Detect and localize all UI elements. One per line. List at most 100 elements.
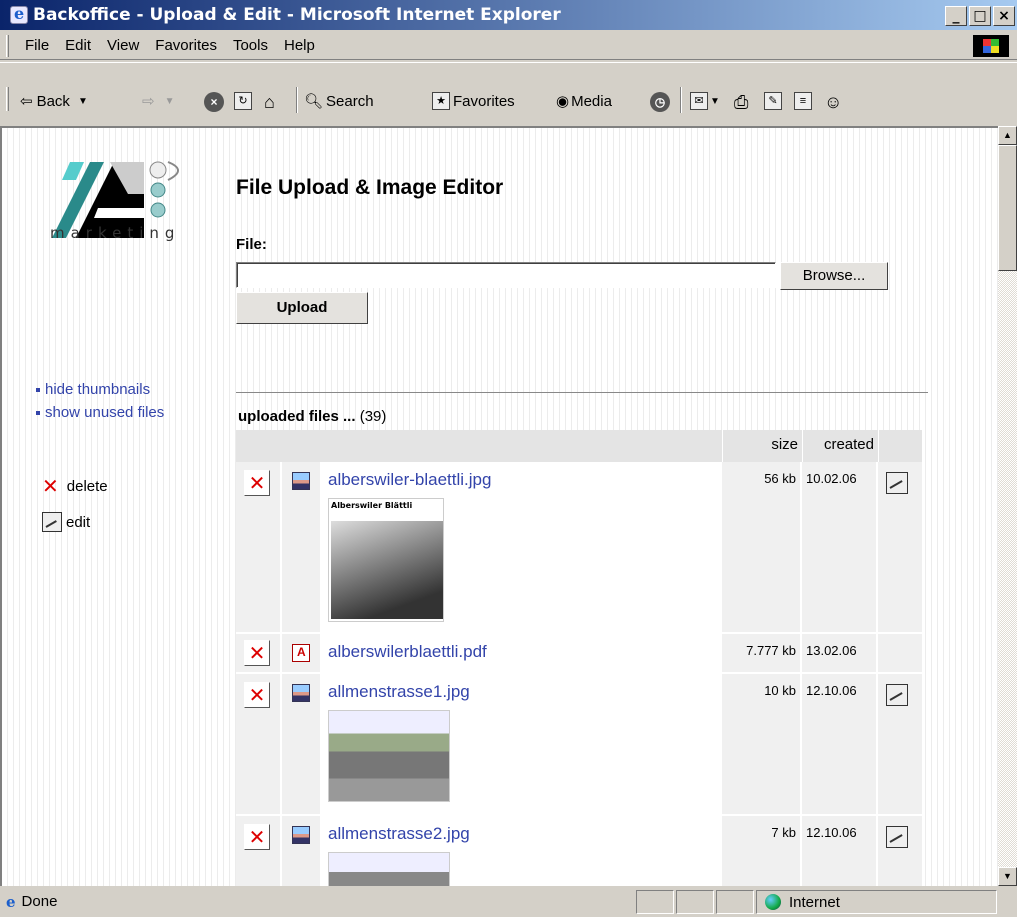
edit-page-button[interactable]: ✎	[764, 92, 782, 110]
favorites-button[interactable]: ★ Favorites	[432, 92, 515, 110]
internet-globe-icon	[765, 894, 781, 910]
date-cell: 12.10.06	[802, 674, 878, 814]
media-icon: ◉	[556, 93, 570, 110]
back-dropdown-icon[interactable]: ▼	[78, 96, 88, 107]
file-link[interactable]: allmenstrasse2.jpg	[328, 824, 470, 844]
thumbnail-image[interactable]: Alberswiler Blättli	[328, 498, 444, 622]
delete-button[interactable]: ✕	[244, 824, 270, 850]
vertical-scrollbar[interactable]: ▲ ▼	[998, 126, 1017, 886]
edit-image-button[interactable]	[886, 684, 908, 706]
legend-delete: ✕ delete	[42, 468, 108, 504]
delete-button[interactable]: ✕	[244, 640, 270, 666]
delete-button[interactable]: ✕	[244, 682, 270, 708]
close-button[interactable]: ×	[993, 6, 1015, 26]
col-size-header[interactable]: size	[771, 436, 798, 453]
menu-view[interactable]: View	[107, 37, 139, 54]
forward-arrow-icon: ⇨	[142, 93, 155, 110]
status-pane	[636, 890, 674, 914]
menu-grip	[6, 34, 9, 57]
toolbar-separator	[296, 87, 298, 113]
discuss-icon: ≡	[794, 92, 812, 110]
media-label: Media	[571, 92, 612, 110]
file-link[interactable]: allmenstrasse1.jpg	[328, 682, 470, 702]
stop-button[interactable]: ×	[204, 92, 224, 112]
delete-button[interactable]: ✕	[244, 470, 270, 496]
file-label: File:	[236, 236, 267, 253]
menu-bar: File Edit View Favorites Tools Help	[0, 32, 1017, 60]
icon-legend: ✕ delete edit	[42, 468, 108, 540]
show-unused-files-label: show unused files	[45, 404, 165, 421]
search-button[interactable]: 🔍︎ Search	[304, 92, 374, 111]
show-unused-files-link[interactable]: show unused files	[36, 401, 164, 424]
thumbnail-photo	[331, 521, 443, 619]
print-button[interactable]: ⎙	[734, 92, 748, 113]
file-link[interactable]: alberswilerblaettli.pdf	[328, 642, 487, 662]
delete-cell: ✕	[236, 462, 282, 632]
edit-icon	[42, 512, 62, 532]
window-titlebar: Backoffice - Upload & Edit - Microsoft I…	[0, 0, 1017, 30]
edit-image-button[interactable]	[886, 472, 908, 494]
type-cell	[282, 674, 322, 814]
file-created: 10.02.06	[806, 471, 857, 486]
menu-edit[interactable]: Edit	[65, 37, 91, 54]
date-cell: 10.02.06	[802, 462, 878, 632]
window-controls: _ □ ×	[945, 6, 1015, 26]
delete-cell: ✕	[236, 674, 282, 814]
upload-button[interactable]: Upload	[236, 292, 368, 324]
size-cell: 10 kb	[722, 674, 802, 814]
file-size: 7 kb	[771, 825, 796, 840]
minimize-button[interactable]: _	[945, 6, 967, 26]
back-button[interactable]: ⇦ Back ▼	[20, 92, 88, 111]
forward-button[interactable]: ⇨ ▼	[142, 92, 174, 110]
thumbnail-image[interactable]	[328, 852, 450, 886]
home-icon: ⌂	[264, 92, 275, 112]
edit-cell	[878, 634, 922, 672]
status-done: e Done	[6, 893, 57, 911]
back-label: Back	[36, 92, 70, 110]
file-size: 7.777 kb	[746, 643, 796, 658]
status-pane	[676, 890, 714, 914]
home-button[interactable]: ⌂	[264, 92, 275, 113]
windows-logo-icon	[973, 35, 1009, 57]
discuss-button[interactable]: ≡	[794, 92, 812, 110]
refresh-button[interactable]: ↻	[234, 92, 252, 110]
col-created-header[interactable]: created	[824, 436, 874, 453]
mail-button[interactable]: ✉ ▼	[690, 92, 720, 110]
thumbnail-image[interactable]	[328, 710, 450, 802]
table-row: ✕ allmenstrasse1.jpg 10 kb 12.10.06	[236, 674, 922, 816]
history-button[interactable]: ◷	[650, 92, 670, 112]
mail-dropdown-icon[interactable]: ▼	[710, 96, 720, 107]
browse-button[interactable]: Browse...	[780, 262, 888, 290]
status-bar: e Done Internet	[0, 886, 1017, 917]
section-divider	[236, 392, 928, 393]
menu-help[interactable]: Help	[284, 37, 315, 54]
messenger-button[interactable]: ☺	[824, 92, 842, 113]
standard-toolbar: ⇦ Back ▼ ⇨ ▼ × ↻ ⌂ 🔍︎ Search ★ Favorites…	[0, 62, 1017, 124]
forward-dropdown-icon[interactable]: ▼	[165, 96, 175, 107]
menu-file[interactable]: File	[25, 37, 49, 54]
file-link[interactable]: alberswiler-blaettli.jpg	[328, 470, 491, 490]
hide-thumbnails-link[interactable]: hide thumbnails	[36, 378, 164, 401]
table-row: ✕ alberswiler-blaettli.jpg Alberswiler B…	[236, 462, 922, 634]
page-viewport: marketing hide thumbnails show unused fi…	[0, 126, 998, 886]
size-cell: 7.777 kb	[722, 634, 802, 672]
media-button[interactable]: ◉ Media	[556, 92, 612, 111]
delete-cell: ✕	[236, 634, 282, 672]
stop-icon: ×	[204, 92, 224, 112]
maximize-button[interactable]: □	[969, 6, 991, 26]
files-table: size created ✕ alberswiler-blaettli.jpg …	[236, 430, 922, 886]
menu-tools[interactable]: Tools	[233, 37, 268, 54]
page-title: File Upload & Image Editor	[236, 176, 504, 199]
file-path-input[interactable]	[236, 262, 776, 288]
menu-favorites[interactable]: Favorites	[155, 37, 217, 54]
file-created: 13.02.06	[806, 643, 857, 658]
scroll-up-button[interactable]: ▲	[998, 126, 1017, 145]
toolbar-grip	[6, 87, 9, 111]
toolbar-separator-2	[680, 87, 682, 113]
edit-cell	[878, 816, 922, 886]
header-divider	[878, 430, 879, 462]
scroll-down-button[interactable]: ▼	[998, 867, 1017, 886]
scroll-thumb[interactable]	[998, 145, 1017, 271]
edit-image-button[interactable]	[886, 826, 908, 848]
messenger-icon: ☺	[824, 92, 843, 112]
